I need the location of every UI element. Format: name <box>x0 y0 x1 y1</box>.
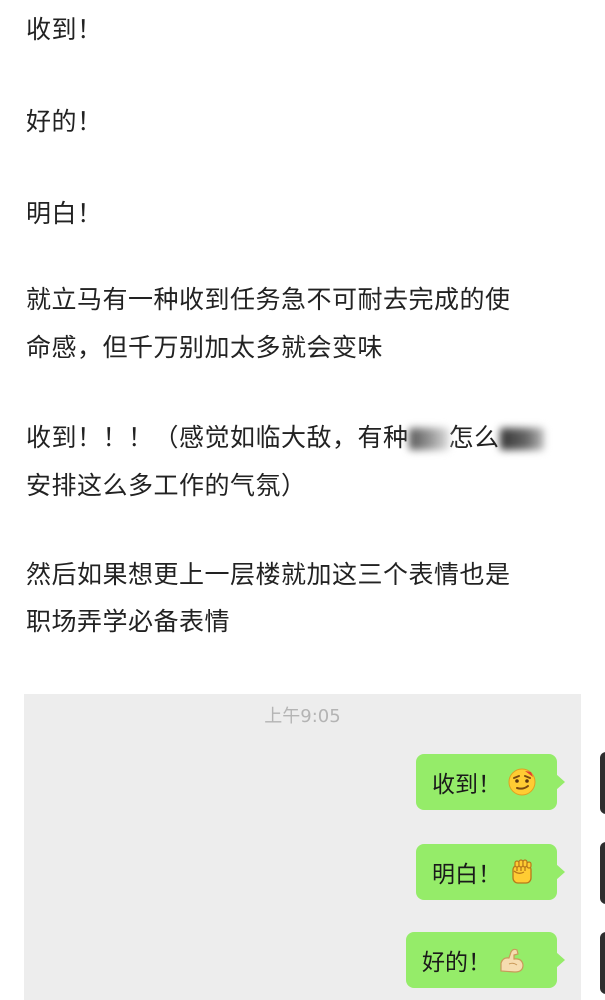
blurred-redaction <box>499 428 544 450</box>
avatar[interactable] <box>600 842 605 904</box>
blurred-redaction <box>408 428 449 450</box>
avatar[interactable] <box>600 752 605 814</box>
line-ok: 好的！ <box>26 107 103 136</box>
chat-screenshot: 上午9:05 收到！ 明白！ 好的！ <box>24 694 605 1000</box>
paragraph-enemy-line1: 收到！！！（感觉如临大敌，有种 怎么 <box>26 414 544 462</box>
line-received: 收到！ <box>26 15 103 44</box>
smirk-emoji-icon <box>507 767 537 797</box>
paragraph-enemy-text-a: 收到！！！（感觉如临大敌，有种 <box>26 423 409 452</box>
paragraph-mission-line1: 就立马有一种收到任务急不可耐去完成的使 <box>26 285 511 314</box>
chat-bubble-text: 明白！ <box>432 862 501 888</box>
flexed-biceps-icon <box>497 945 527 975</box>
paragraph-emoji-line2: 职场弄学必备表情 <box>26 607 231 636</box>
paragraph-mission-line2: 命感，但千万别加太多就会变味 <box>26 333 384 362</box>
raised-fist-icon <box>507 857 537 887</box>
line-understood: 明白！ <box>26 199 103 228</box>
chat-bubble-text: 好的！ <box>422 950 491 976</box>
chat-timestamp: 上午9:05 <box>264 706 341 727</box>
chat-bubble-ok: 好的！ <box>406 932 565 988</box>
chat-bubble-text: 收到！ <box>432 772 501 798</box>
chat-bubble-received: 收到！ <box>416 754 565 810</box>
paragraph-emoji-line1: 然后如果想更上一层楼就加这三个表情也是 <box>26 560 511 589</box>
avatar[interactable] <box>600 932 605 994</box>
paragraph-enemy-line2: 安排这么多工作的气氛） <box>26 471 307 500</box>
paragraph-enemy-text-b: 怎么 <box>448 423 500 452</box>
chat-bubble-understood: 明白！ <box>416 844 565 900</box>
